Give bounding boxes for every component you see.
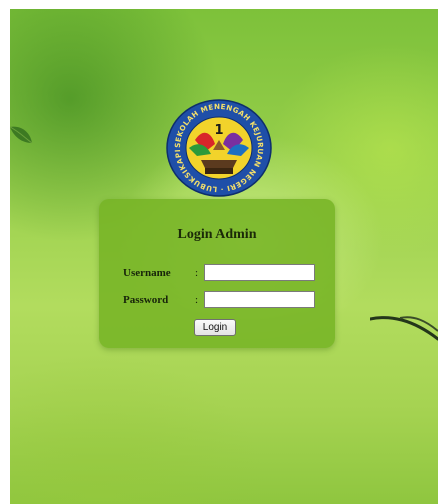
password-separator: : (195, 294, 199, 306)
logo-number: 1 (214, 123, 223, 138)
username-label: Username (123, 267, 171, 279)
password-label: Password (123, 294, 169, 306)
top-strip (0, 0, 438, 9)
password-field[interactable] (204, 291, 315, 308)
login-panel: Login Admin Username : Password : Login (99, 199, 335, 348)
login-button[interactable]: Login (194, 319, 236, 336)
username-separator: : (195, 267, 199, 279)
leaf-left-decoration (10, 126, 33, 144)
school-logo: SEKOLAH MENENGAH KEJURUAN NEGERI · LUBUK… (165, 98, 272, 197)
twig-right-decoration (370, 316, 438, 341)
login-title: Login Admin (177, 227, 257, 242)
username-field[interactable] (204, 264, 315, 281)
